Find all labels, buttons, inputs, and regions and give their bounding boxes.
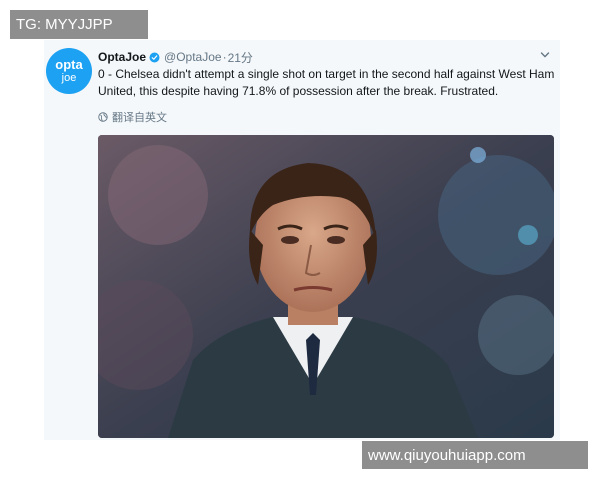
- watermark-top-left: TG: MYYJJPP: [10, 10, 148, 39]
- tweet-photo[interactable]: [98, 135, 554, 438]
- avatar-logo-text-top: opta: [55, 57, 83, 72]
- translate-link[interactable]: 翻译自英文: [98, 110, 167, 124]
- watermark-bottom-right-text: www.qiuyouhuiapp.com: [368, 446, 526, 464]
- chevron-down-icon[interactable]: [538, 48, 552, 62]
- watermark-top-left-text: TG: MYYJJPP: [16, 16, 113, 33]
- verified-badge-icon: [149, 52, 160, 63]
- translate-label: 翻译自英文: [112, 112, 167, 124]
- tweet-timestamp[interactable]: 21分: [228, 49, 253, 66]
- header-separator: ·: [222, 50, 227, 64]
- tweet-photo-portrait: [98, 135, 554, 438]
- tweet-header: OptaJoe @OptaJoe · 21分: [98, 48, 538, 66]
- avatar-logo-text-bottom: joe: [61, 72, 77, 84]
- watermark-bottom-right: www.qiuyouhuiapp.com: [362, 441, 588, 469]
- avatar[interactable]: opta joe: [46, 48, 92, 94]
- author-handle[interactable]: @OptaJoe: [164, 50, 222, 64]
- author-name[interactable]: OptaJoe: [98, 50, 146, 64]
- tweet-text: 0 - Chelsea didn't attempt a single shot…: [98, 67, 555, 98]
- globe-icon: [98, 112, 108, 122]
- tweet-card[interactable]: opta joe OptaJoe @OptaJoe · 21分 0 - Chel…: [44, 40, 560, 440]
